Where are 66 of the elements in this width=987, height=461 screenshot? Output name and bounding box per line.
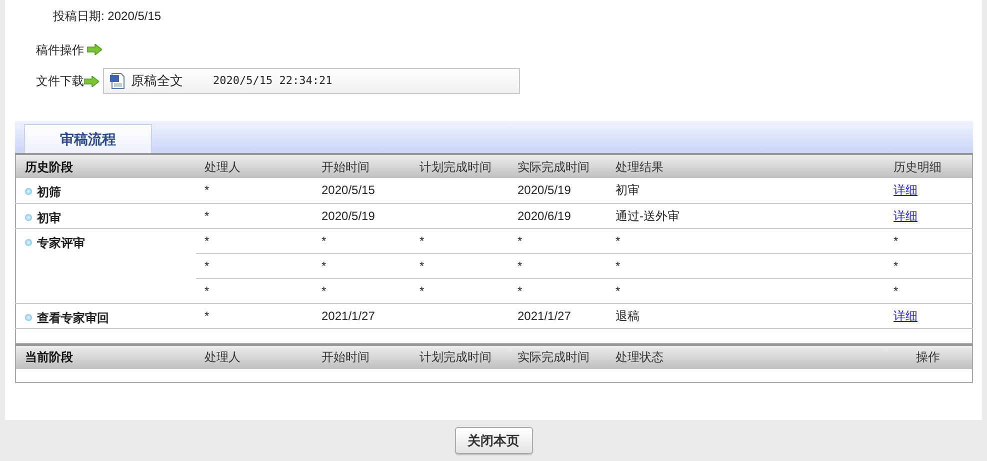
table-cell: * bbox=[204, 284, 210, 298]
column-header: 处理人 bbox=[196, 344, 312, 368]
file-download-label: 文件下载 bbox=[36, 73, 84, 90]
table-cell: * bbox=[894, 258, 898, 272]
table-cell: * bbox=[616, 234, 620, 248]
table-cell: 2021/1/27 bbox=[518, 308, 571, 322]
column-header: 计划完成时间 bbox=[410, 154, 508, 178]
detail-link[interactable]: 详细 bbox=[894, 208, 918, 222]
column-header: 处理人 bbox=[196, 154, 312, 178]
table-cell: * bbox=[616, 258, 620, 272]
table-cell: * bbox=[420, 258, 424, 272]
stage-name: 初审 bbox=[37, 210, 61, 224]
table-cell: * bbox=[616, 284, 620, 298]
table-cell: * bbox=[204, 258, 210, 272]
column-header: 当前阶段 bbox=[16, 344, 196, 368]
tab[interactable]: 审稿流程 bbox=[24, 124, 152, 153]
file-name: 原稿全文 bbox=[131, 72, 183, 90]
column-header: 历史阶段 bbox=[16, 154, 196, 178]
table-cell: * bbox=[518, 258, 522, 272]
detail-link[interactable]: 详细 bbox=[894, 308, 918, 322]
column-header: 开始时间 bbox=[312, 344, 410, 368]
detail-link[interactable]: 详细 bbox=[894, 183, 918, 198]
table-cell: 2020/5/15 bbox=[322, 183, 375, 198]
bullet-icon bbox=[25, 238, 32, 246]
table-cell: 2020/6/19 bbox=[518, 208, 571, 222]
table-cell: * bbox=[322, 258, 326, 272]
bullet-icon bbox=[25, 214, 32, 220]
table-cell: * bbox=[894, 234, 898, 248]
table-cell: * bbox=[518, 284, 522, 298]
column-header: 处理结果 bbox=[606, 154, 884, 178]
table-cell: * bbox=[204, 208, 210, 222]
column-header: 操作 bbox=[884, 344, 972, 368]
file-download-bar[interactable]: 原稿全文 2020/5/15 22:34:21 bbox=[103, 68, 520, 94]
table-cell: * bbox=[420, 234, 424, 248]
file-time: 2020/5/15 22:34:21 bbox=[213, 72, 332, 89]
close-page-button[interactable]: 关闭本页 bbox=[454, 426, 532, 454]
table-cell: 2021/1/27 bbox=[322, 308, 375, 322]
bullet-icon bbox=[25, 188, 32, 195]
table-cell: 退稿 bbox=[616, 308, 640, 322]
table-cell: 2020/5/19 bbox=[322, 208, 375, 222]
table-cell: * bbox=[204, 308, 210, 322]
table-cell: 2020/5/19 bbox=[518, 183, 571, 198]
table-cell: * bbox=[518, 234, 522, 248]
column-header: 开始时间 bbox=[312, 154, 410, 178]
table-cell: * bbox=[204, 183, 210, 198]
table-cell: 通过-送外审 bbox=[616, 208, 680, 222]
column-header: 实际完成时间 bbox=[508, 344, 606, 368]
table-cell: * bbox=[894, 284, 898, 298]
bullet-icon bbox=[25, 314, 32, 320]
column-header: 实际完成时间 bbox=[508, 154, 606, 178]
table-cell: 初审 bbox=[616, 183, 640, 198]
arrow-icon bbox=[84, 76, 99, 86]
table-cell: * bbox=[322, 234, 326, 248]
table-cell: * bbox=[322, 284, 326, 298]
column-header: 历史明细 bbox=[884, 154, 972, 178]
submission-date-text: 投稿日期: 2020/5/15 bbox=[53, 9, 162, 23]
stage-name: 查看专家审回 bbox=[37, 310, 109, 324]
column-header: 处理状态 bbox=[606, 344, 884, 368]
manuscript-actions-label: 稿件操作 bbox=[36, 42, 84, 58]
table-cell: * bbox=[204, 234, 210, 248]
stage-name: 初筛 bbox=[37, 185, 61, 199]
arrow-icon bbox=[87, 44, 102, 55]
stage-name: 专家评审 bbox=[37, 236, 85, 250]
column-header: 计划完成时间 bbox=[410, 344, 508, 368]
table-cell: * bbox=[420, 284, 424, 298]
document-icon bbox=[110, 73, 125, 89]
